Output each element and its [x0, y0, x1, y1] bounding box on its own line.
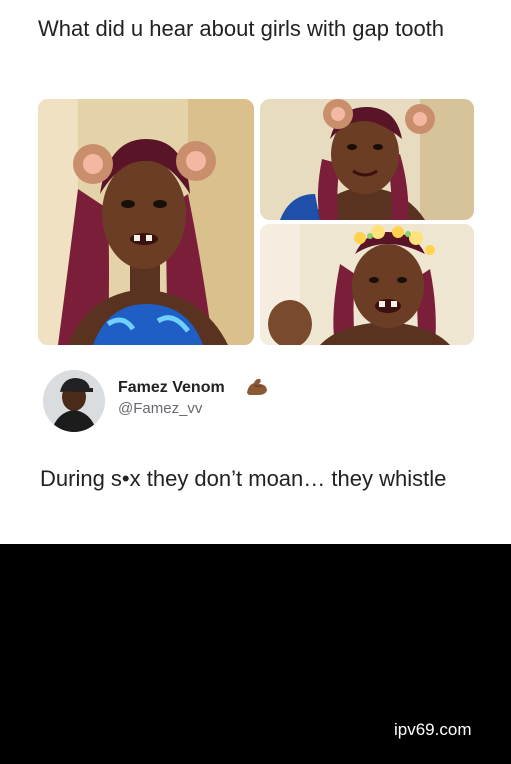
display-name[interactable]: Famez Venom — [118, 379, 225, 397]
selfie-main-image — [38, 99, 254, 345]
reply-author: Famez Venom @Famez_vv — [40, 368, 480, 438]
flexed-biceps-icon — [244, 375, 270, 397]
reply-text: During s•x they don’t moan… they whistle — [40, 466, 447, 491]
meme-post: What did u hear about girls with gap too… — [0, 0, 511, 544]
avatar[interactable] — [43, 370, 105, 432]
selfie-top-right-image — [260, 99, 474, 220]
selfie-bottom-right-image — [260, 224, 474, 345]
site-watermark: ipv69.com — [394, 720, 472, 739]
photo-collage — [0, 0, 511, 360]
user-handle[interactable]: @Famez_vv — [118, 400, 202, 417]
